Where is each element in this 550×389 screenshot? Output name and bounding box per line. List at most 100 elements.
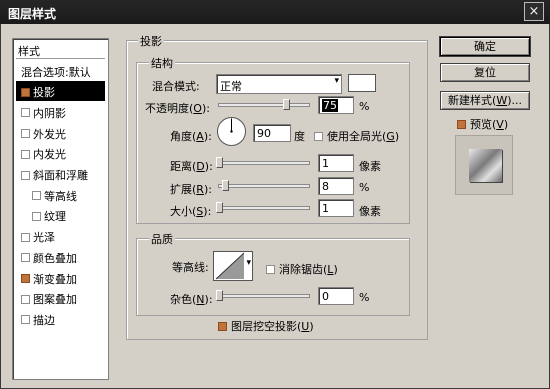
distance-slider-thumb[interactable] <box>216 157 223 168</box>
spread-unit: % <box>359 181 370 194</box>
noise-label: 杂色(N): <box>170 291 213 307</box>
style-list-item[interactable]: 颜色叠加 <box>16 246 105 266</box>
anti-alias-checkbox[interactable]: 消除锯齿(L) <box>266 261 338 277</box>
style-list-item-label: 内发光 <box>33 148 66 162</box>
reset-button[interactable]: 复位 <box>440 63 530 82</box>
opacity-label-suffix: ): <box>201 102 210 115</box>
size-input[interactable]: 1 <box>318 199 354 217</box>
angle-input[interactable]: 90 <box>253 124 291 142</box>
global-light-checkbox[interactable]: 使用全局光(G) <box>314 128 399 144</box>
opacity-input[interactable]: 75 <box>318 96 354 114</box>
size-value: 1 <box>322 202 329 215</box>
size-label: 大小(S): <box>170 203 211 219</box>
shadow-color-swatch[interactable] <box>348 74 376 92</box>
global-light-text: 使用全局光( <box>327 130 387 143</box>
spread-slider-thumb[interactable] <box>222 180 229 191</box>
blend-mode-value: 正常 <box>220 80 242 93</box>
angle-label-text: 角度( <box>170 130 197 143</box>
preview-accelerator: V <box>496 118 504 131</box>
preview-suffix: ) <box>503 118 509 131</box>
style-list-item[interactable]: 等高线 <box>16 184 105 204</box>
preview-label: 预览(V) <box>470 116 508 132</box>
style-list-item[interactable]: 描边 <box>16 308 105 328</box>
noise-slider-track[interactable] <box>218 294 310 298</box>
preview-swatch <box>469 149 502 182</box>
style-checkbox[interactable] <box>32 211 41 221</box>
style-list-item-label: 光泽 <box>33 231 55 245</box>
contour-picker[interactable]: ▾ <box>213 251 253 281</box>
style-list-item-label: 描边 <box>33 313 55 327</box>
distance-value: 1 <box>322 157 329 170</box>
angle-dial[interactable] <box>216 116 247 147</box>
noise-accelerator: N <box>196 293 205 306</box>
opacity-label: 不透明度(O): <box>145 100 210 116</box>
global-light-box <box>314 131 323 141</box>
style-list-item[interactable]: 纹理 <box>16 205 105 225</box>
noise-value: 0 <box>322 290 329 303</box>
distance-slider-track[interactable] <box>218 161 310 165</box>
style-list-item-label: 投影 <box>33 86 55 100</box>
new-style-button[interactable]: 新建样式(W)... <box>440 91 530 110</box>
knockout-text: 图层挖空投影( <box>231 320 302 333</box>
style-list-item[interactable]: 投影 <box>16 80 105 101</box>
style-list-item[interactable]: 图案叠加 <box>16 288 105 308</box>
close-icon: × <box>528 4 540 19</box>
style-list-item-label: 图案叠加 <box>33 293 77 307</box>
distance-input[interactable]: 1 <box>318 154 354 172</box>
spread-label-suffix: ): <box>203 183 212 196</box>
knockout-label: 图层挖空投影(U) <box>231 318 314 334</box>
spread-slider-track[interactable] <box>218 184 310 188</box>
contour-linear-icon <box>215 252 245 280</box>
close-button[interactable]: × <box>524 2 544 21</box>
blend-mode-select[interactable]: 正常 ▾ <box>216 74 342 94</box>
style-list-item[interactable]: 光泽 <box>16 226 105 246</box>
style-list-item[interactable]: 混合选项:默认 <box>16 60 105 80</box>
style-checkbox[interactable] <box>21 108 30 118</box>
style-checkbox[interactable] <box>21 149 30 159</box>
distance-label-suffix: ): <box>204 160 213 173</box>
noise-label-text: 杂色( <box>170 293 197 306</box>
preview-checkbox[interactable]: 预览(V) <box>457 116 508 132</box>
distance-label: 距离(D): <box>170 158 213 174</box>
angle-label-suffix: ): <box>203 130 212 143</box>
style-checkbox[interactable] <box>21 315 30 325</box>
angle-dial-icon <box>217 117 246 146</box>
opacity-slider-track[interactable] <box>218 103 310 107</box>
style-list-item[interactable]: 斜面和浮雕 <box>16 164 105 184</box>
angle-unit: 度 <box>294 130 305 143</box>
style-checkbox[interactable] <box>21 294 30 304</box>
style-list-item[interactable]: 外发光 <box>16 122 105 142</box>
structure-group-title: 结构 <box>149 55 175 71</box>
style-checkbox[interactable] <box>21 87 30 97</box>
knockout-suffix: ) <box>309 320 314 333</box>
style-list-item-label: 纹理 <box>44 210 66 224</box>
noise-slider-thumb[interactable] <box>216 290 223 301</box>
opacity-slider-thumb[interactable] <box>283 99 290 110</box>
drop-shadow-group-title: 投影 <box>138 33 164 49</box>
opacity-value: 75 <box>322 99 338 112</box>
style-checkbox[interactable] <box>21 129 30 139</box>
knockout-checkbox[interactable]: 图层挖空投影(U) <box>218 318 314 334</box>
style-checkbox[interactable] <box>21 232 30 242</box>
ok-button[interactable]: 确定 <box>439 36 531 57</box>
preview-box <box>457 119 466 129</box>
style-list-item-label: 混合选项:默认 <box>21 65 91 79</box>
style-checkbox[interactable] <box>21 274 30 283</box>
spread-input[interactable]: 8 <box>318 177 354 195</box>
noise-unit: % <box>359 291 370 304</box>
style-checkbox[interactable] <box>21 170 30 180</box>
style-list-item[interactable]: 渐变叠加 <box>16 267 105 287</box>
size-slider-thumb[interactable] <box>216 202 223 213</box>
style-checkbox[interactable] <box>21 253 30 263</box>
style-list-item-label: 等高线 <box>44 189 77 203</box>
noise-input[interactable]: 0 <box>318 287 354 305</box>
new-style-text: 新建样式( <box>448 94 497 107</box>
style-list-item[interactable]: 内阴影 <box>16 101 105 121</box>
contour-chevron-down-icon: ▾ <box>246 258 251 268</box>
style-checkbox[interactable] <box>32 191 41 201</box>
style-list-header: 样式 <box>16 42 105 59</box>
style-list-item[interactable]: 内发光 <box>16 143 105 163</box>
size-slider-track[interactable] <box>218 206 310 210</box>
knockout-box <box>218 321 227 331</box>
anti-alias-suffix: ) <box>333 263 338 276</box>
